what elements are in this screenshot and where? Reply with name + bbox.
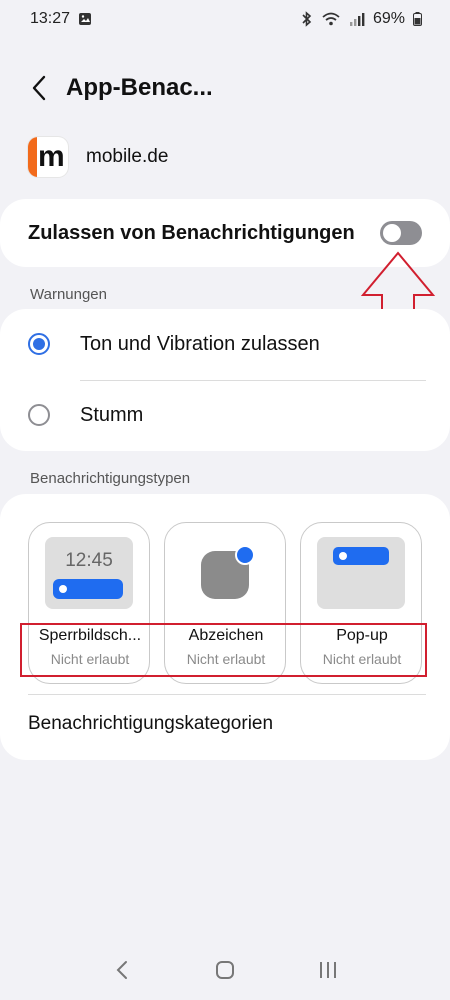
status-right: 69%: [301, 10, 422, 28]
navigation-bar: [0, 940, 450, 1000]
radio-button[interactable]: [28, 404, 50, 426]
chevron-left-icon: [116, 961, 127, 979]
allow-notifications-toggle[interactable]: [380, 221, 422, 245]
battery-percent: 69%: [372, 10, 405, 27]
wifi-icon: [321, 11, 341, 27]
divider: [28, 694, 426, 695]
gallery-icon: [78, 12, 92, 26]
dot-icon: [339, 552, 347, 560]
radio-button[interactable]: [28, 333, 50, 355]
allow-notifications-label: Zulassen von Benachrichtigungen: [28, 221, 355, 244]
chevron-left-icon: [32, 75, 46, 101]
bluetooth-icon: [301, 11, 313, 27]
notification-bar-icon: [53, 579, 123, 599]
app-info: m mobile.de: [28, 135, 168, 179]
logo-letter: m: [38, 140, 65, 173]
nav-back-button[interactable]: [102, 950, 142, 990]
page-title: App-Benac...: [66, 74, 213, 101]
popup-preview: [317, 537, 405, 609]
warnings-section-title: Warnungen: [30, 286, 107, 303]
status-left: 13:27: [30, 10, 92, 28]
notification-categories-link[interactable]: Benachrichtigungskategorien: [28, 713, 273, 735]
notification-types-section-title: Benachrichtigungstypen: [30, 470, 191, 487]
radio-option-silent[interactable]: Stumm: [28, 395, 143, 435]
dot-icon: [59, 585, 67, 593]
app-logo: m: [28, 137, 68, 177]
nav-recents-button[interactable]: [308, 950, 348, 990]
radio-option-sound[interactable]: Ton und Vibration zulassen: [28, 324, 320, 364]
preview-time: 12:45: [65, 550, 113, 571]
radio-label: Stumm: [80, 403, 144, 426]
signal-icon: [349, 12, 365, 26]
logo-stripe: [28, 137, 37, 177]
divider: [80, 380, 426, 381]
badge-dot-icon: [235, 545, 255, 565]
toggle-knob: [383, 224, 401, 242]
lock-screen-preview: 12:45: [45, 537, 133, 609]
battery-icon: [413, 12, 422, 26]
recents-icon: [320, 962, 337, 978]
app-name: mobile.de: [86, 146, 169, 167]
status-bar: 13:27 69%: [0, 0, 450, 38]
annotation-highlight-box: [20, 623, 427, 677]
warnings-card: Ton und Vibration zulassen Stumm: [0, 309, 450, 451]
back-button[interactable]: [24, 66, 54, 110]
status-time: 13:27: [30, 10, 71, 27]
header: App-Benac...: [24, 66, 213, 110]
popup-bar-icon: [333, 547, 389, 565]
home-icon: [215, 961, 234, 979]
radio-label: Ton und Vibration zulassen: [80, 332, 320, 355]
nav-home-button[interactable]: [205, 950, 245, 990]
